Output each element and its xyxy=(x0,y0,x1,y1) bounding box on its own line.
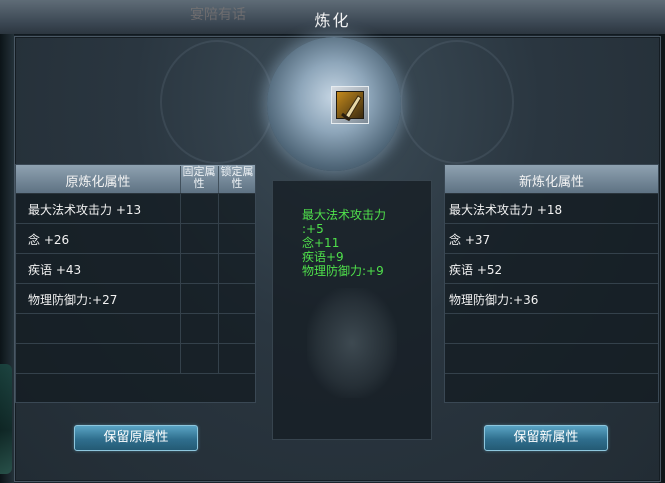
result-line: 物理防御力:+9 xyxy=(302,264,384,278)
attribute-text: 最大法术攻击力 +13 xyxy=(28,203,142,217)
new-attributes-table: 新炼化属性 最大法术攻击力 +18 念 +37 疾语 +52 物理防御力:+36 xyxy=(444,164,659,403)
locked-cell[interactable] xyxy=(218,254,255,283)
lantern-decoration xyxy=(307,288,397,398)
new-attributes-header: 新炼化属性 xyxy=(445,165,658,194)
result-line: 念+11 xyxy=(302,236,340,250)
window-title: 炼化 xyxy=(314,11,351,30)
table-row: 念 +37 xyxy=(445,224,658,254)
attribute-text: 物理防御力:+36 xyxy=(449,293,539,307)
fixed-cell[interactable] xyxy=(180,194,217,223)
item-slot[interactable] xyxy=(331,86,369,124)
table-row xyxy=(16,314,255,344)
swirl-ornament-left xyxy=(160,40,274,164)
attribute-text: 疾语 +43 xyxy=(28,263,82,277)
result-line: 疾语+9 xyxy=(302,250,344,264)
swirl-ornament-right xyxy=(400,40,514,164)
sword-icon xyxy=(341,95,362,122)
new-attributes-title: 新炼化属性 xyxy=(518,175,584,190)
table-row: 最大法术攻击力 +13 xyxy=(16,194,255,224)
fixed-cell[interactable] xyxy=(180,224,217,253)
attribute-text: 念 +37 xyxy=(449,233,491,247)
table-row xyxy=(445,314,658,344)
table-row: 念 +26 xyxy=(16,224,255,254)
table-row xyxy=(16,374,255,403)
result-line: 最大法术攻击力 xyxy=(302,208,387,222)
locked-attribute-column-header: 锁定属性 xyxy=(218,166,255,193)
refine-result-text: 最大法术攻击力 :+5 念+11 疾语+9 物理防御力:+9 xyxy=(302,208,386,278)
locked-cell[interactable] xyxy=(218,284,255,313)
keep-new-button[interactable]: 保留新属性 xyxy=(484,425,608,451)
original-attributes-header: 原炼化属性 固定属性 锁定属性 xyxy=(16,165,255,194)
fixed-cell xyxy=(180,344,217,373)
table-row: 疾语 +52 xyxy=(445,254,658,284)
original-attributes-title: 原炼化属性 xyxy=(65,175,131,190)
locked-cell[interactable] xyxy=(218,224,255,253)
leaf-decoration xyxy=(0,364,12,474)
table-row xyxy=(16,344,255,374)
result-line: :+5 xyxy=(302,222,324,236)
attribute-text: 最大法术攻击力 +18 xyxy=(449,203,563,217)
attribute-text: 念 +26 xyxy=(28,233,70,247)
table-row: 物理防御力:+27 xyxy=(16,284,255,314)
locked-cell[interactable] xyxy=(218,194,255,223)
left-frame xyxy=(0,34,14,483)
table-row xyxy=(445,374,658,403)
table-row: 最大法术攻击力 +18 xyxy=(445,194,658,224)
locked-cell xyxy=(218,344,255,373)
fixed-cell[interactable] xyxy=(180,254,217,283)
fixed-attribute-column-header: 固定属性 xyxy=(180,166,217,193)
locked-cell xyxy=(218,314,255,343)
attribute-text: 疾语 +52 xyxy=(449,263,503,277)
keep-original-button[interactable]: 保留原属性 xyxy=(74,425,198,451)
table-row xyxy=(445,344,658,374)
attribute-text: 物理防御力:+27 xyxy=(28,293,118,307)
table-row: 物理防御力:+36 xyxy=(445,284,658,314)
fixed-cell[interactable] xyxy=(180,284,217,313)
table-row: 疾语 +43 xyxy=(16,254,255,284)
original-attributes-table: 原炼化属性 固定属性 锁定属性 最大法术攻击力 +13 念 +26 疾语 +43… xyxy=(15,164,256,403)
fixed-cell xyxy=(180,314,217,343)
title-bar: 宴陪有话 炼化 xyxy=(0,0,665,35)
